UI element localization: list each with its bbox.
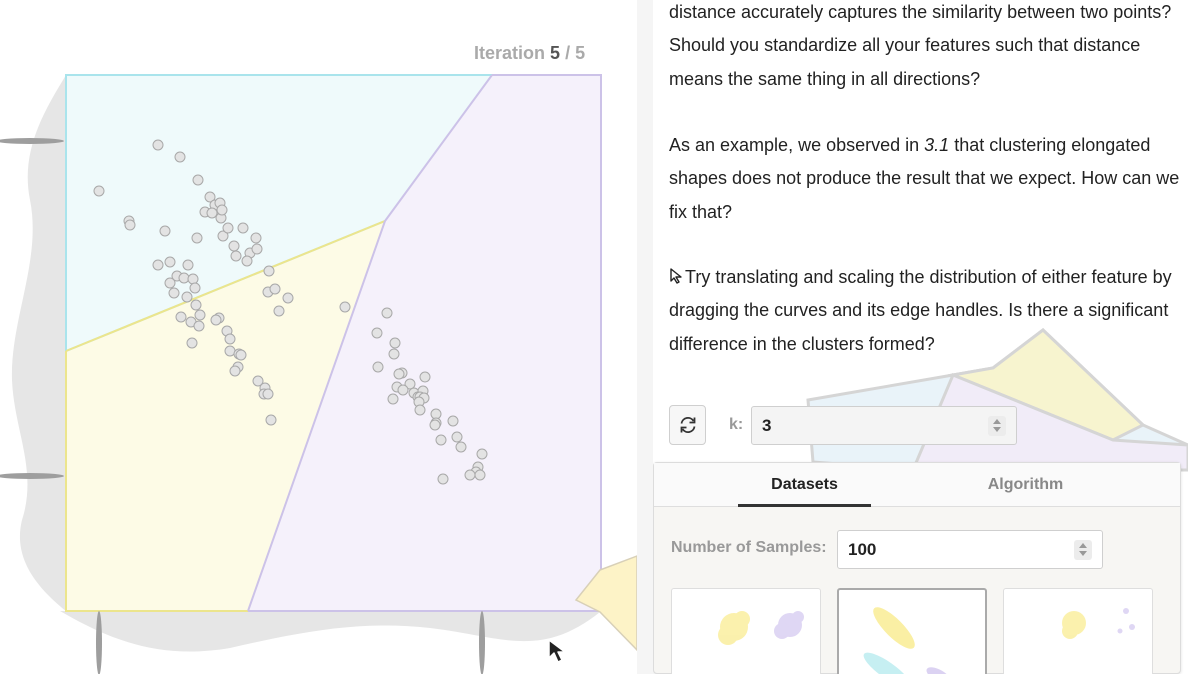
sample-point	[476, 448, 488, 460]
sample-point	[187, 273, 199, 285]
sample-point	[194, 309, 206, 321]
sample-point	[93, 185, 105, 197]
sample-point	[387, 393, 399, 405]
sample-point	[269, 283, 281, 295]
sample-point	[393, 368, 405, 380]
samples-label: Number of Samples:	[671, 539, 827, 556]
sample-point	[237, 222, 249, 234]
sample-point	[474, 469, 486, 481]
sample-point	[192, 174, 204, 186]
k-input[interactable]: 3	[751, 406, 1017, 445]
samples-input[interactable]: 100	[837, 530, 1103, 569]
y-density-curve[interactable]	[11, 75, 66, 611]
sample-point	[152, 139, 164, 151]
sample-point	[190, 299, 202, 311]
sample-point	[164, 256, 176, 268]
sample-point	[181, 291, 193, 303]
cluster-visualization-panel: Iteration 5 / 5	[0, 0, 637, 674]
sample-point	[152, 259, 164, 271]
cursor-icon	[548, 639, 566, 663]
tab-datasets[interactable]: Datasets	[738, 463, 871, 507]
article-panel: distance accurately captures the similar…	[653, 0, 1188, 674]
article-paragraph-3: Try translating and scaling the distribu…	[669, 261, 1181, 361]
k-value: 3	[762, 416, 772, 435]
sample-point	[372, 361, 384, 373]
sample-point	[235, 349, 247, 361]
sample-point	[224, 333, 236, 345]
sample-point	[397, 384, 409, 396]
sample-point	[241, 255, 253, 267]
k-label: k:	[729, 416, 744, 433]
sample-point	[262, 388, 274, 400]
sample-point	[168, 287, 180, 299]
sample-point	[174, 151, 186, 163]
sample-point	[273, 305, 285, 317]
sample-point	[210, 314, 222, 326]
sample-point	[175, 311, 187, 323]
dataset-thumbnail-sparse[interactable]	[1003, 588, 1153, 674]
sample-point	[251, 243, 263, 255]
sample-point	[186, 337, 198, 349]
sample-point	[224, 345, 236, 357]
tab-bar: Datasets Algorithm	[654, 463, 1180, 507]
x-density-curve[interactable]	[60, 611, 600, 652]
article-paragraph-2: As an example, we observed in 3.1 that c…	[669, 129, 1181, 229]
sample-point	[222, 222, 234, 234]
settings-card: Datasets Algorithm Number of Samples: 10…	[653, 462, 1181, 674]
sample-point	[124, 219, 136, 231]
sample-point	[464, 469, 476, 481]
sample-point	[447, 415, 459, 427]
sample-point	[216, 204, 228, 216]
section-reference[interactable]: 3.1	[924, 135, 949, 155]
sample-point	[230, 250, 242, 262]
article-paragraph-1: distance accurately captures the similar…	[669, 2, 1172, 89]
panel-divider[interactable]	[637, 0, 653, 674]
sample-point	[164, 277, 176, 289]
dataset-thumbnail-elongated[interactable]	[837, 588, 987, 674]
sample-point	[193, 320, 205, 332]
refresh-button[interactable]	[669, 405, 706, 445]
sample-point	[339, 301, 351, 313]
sample-point	[282, 292, 294, 304]
sample-point	[159, 225, 171, 237]
sample-point	[182, 259, 194, 271]
dataset-thumbnail-blobs[interactable]	[671, 588, 821, 674]
sample-point	[414, 404, 426, 416]
x-axis-left-handle[interactable]	[96, 611, 102, 674]
sample-point	[419, 371, 431, 383]
x-axis-right-handle[interactable]	[479, 611, 485, 674]
sample-point	[250, 232, 262, 244]
sample-point	[265, 414, 277, 426]
sample-point	[435, 434, 447, 446]
sample-point	[206, 207, 218, 219]
paragraph-text: As an example, we observed in	[669, 135, 920, 155]
sample-point	[389, 337, 401, 349]
cursor-icon	[670, 268, 682, 284]
sample-point	[191, 232, 203, 244]
refresh-icon	[680, 417, 695, 433]
voronoi-scatter-plot	[0, 74, 637, 674]
sample-point	[229, 365, 241, 377]
tab-algorithm[interactable]: Algorithm	[959, 463, 1092, 507]
sample-point	[451, 431, 463, 443]
sample-point	[263, 265, 275, 277]
sample-point	[189, 282, 201, 294]
sample-point	[429, 419, 441, 431]
sample-point	[228, 240, 240, 252]
sample-point	[455, 441, 467, 453]
sample-point	[381, 307, 393, 319]
samples-value: 100	[848, 540, 877, 559]
sample-point	[371, 327, 383, 339]
sample-point	[178, 272, 190, 284]
samples-stepper[interactable]	[1074, 540, 1092, 560]
sample-point	[437, 473, 449, 485]
paragraph-text: Try translating and scaling the distribu…	[669, 267, 1172, 354]
sample-point	[388, 348, 400, 360]
k-stepper[interactable]	[988, 416, 1006, 436]
